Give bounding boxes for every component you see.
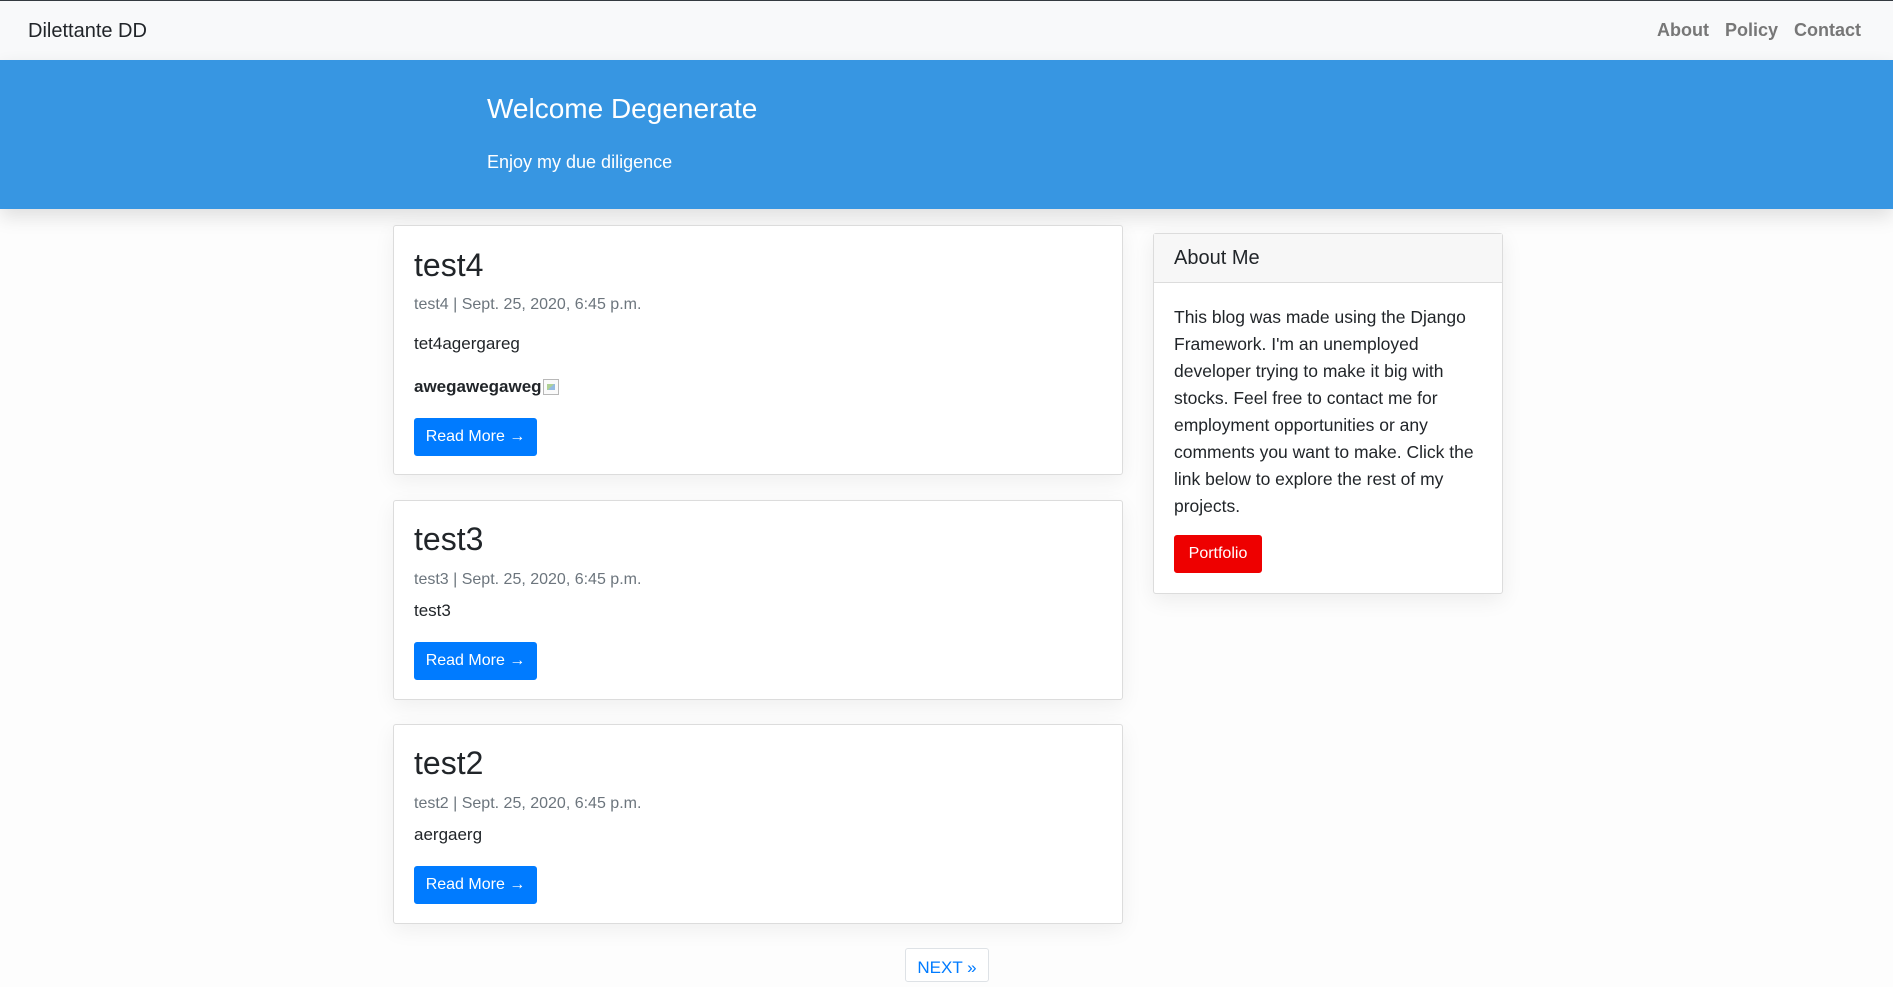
post-card: test3 test3 | Sept. 25, 2020, 6:45 p.m. … bbox=[393, 500, 1123, 700]
broken-image-icon bbox=[542, 379, 559, 395]
nav-link-policy[interactable]: Policy bbox=[1725, 20, 1778, 41]
about-me-header: About Me bbox=[1154, 234, 1502, 283]
post-bold-label: awegawegaweg bbox=[414, 377, 542, 396]
nav-link-about[interactable]: About bbox=[1657, 20, 1709, 41]
masthead: Welcome Degenerate Enjoy my due diligenc… bbox=[0, 60, 1893, 209]
post-excerpt: test3 bbox=[414, 601, 451, 620]
next-page-link[interactable]: NEXT » bbox=[905, 948, 989, 982]
about-me-title: About Me bbox=[1174, 247, 1260, 269]
portfolio-button[interactable]: Portfolio bbox=[1174, 535, 1262, 573]
post-excerpt: aergaerg bbox=[414, 825, 483, 844]
navbar: Dilettante DD About Policy Contact bbox=[0, 0, 1893, 60]
post-meta: test3 | Sept. 25, 2020, 6:45 p.m. bbox=[414, 571, 642, 588]
post-card: test4 test4 | Sept. 25, 2020, 6:45 p.m. … bbox=[393, 225, 1123, 475]
post-title: test4 bbox=[414, 247, 484, 283]
post-meta: test2 | Sept. 25, 2020, 6:45 p.m. bbox=[414, 795, 642, 812]
about-me-text: This blog was made using the Django Fram… bbox=[1174, 307, 1474, 516]
post-meta: test4 | Sept. 25, 2020, 6:45 p.m. bbox=[414, 296, 642, 313]
masthead-title: Welcome Degenerate bbox=[487, 93, 758, 124]
nav-link-contact[interactable]: Contact bbox=[1794, 20, 1861, 41]
post-title: test2 bbox=[414, 745, 484, 781]
masthead-subtitle: Enjoy my due diligence bbox=[487, 152, 673, 172]
brand-link[interactable]: Dilettante DD bbox=[28, 20, 147, 43]
post-card: test2 test2 | Sept. 25, 2020, 6:45 p.m. … bbox=[393, 724, 1123, 924]
read-more-button[interactable]: Read More → bbox=[414, 866, 537, 904]
about-me-card: About Me This blog was made using the Dj… bbox=[1153, 233, 1503, 594]
read-more-button[interactable]: Read More → bbox=[414, 418, 537, 456]
post-excerpt: tet4agergareg bbox=[414, 334, 520, 353]
post-title: test3 bbox=[414, 521, 484, 557]
nav-links: About Policy Contact bbox=[1641, 20, 1861, 41]
post-bold-text: awegawegaweg bbox=[414, 377, 559, 397]
read-more-button[interactable]: Read More → bbox=[414, 642, 537, 680]
